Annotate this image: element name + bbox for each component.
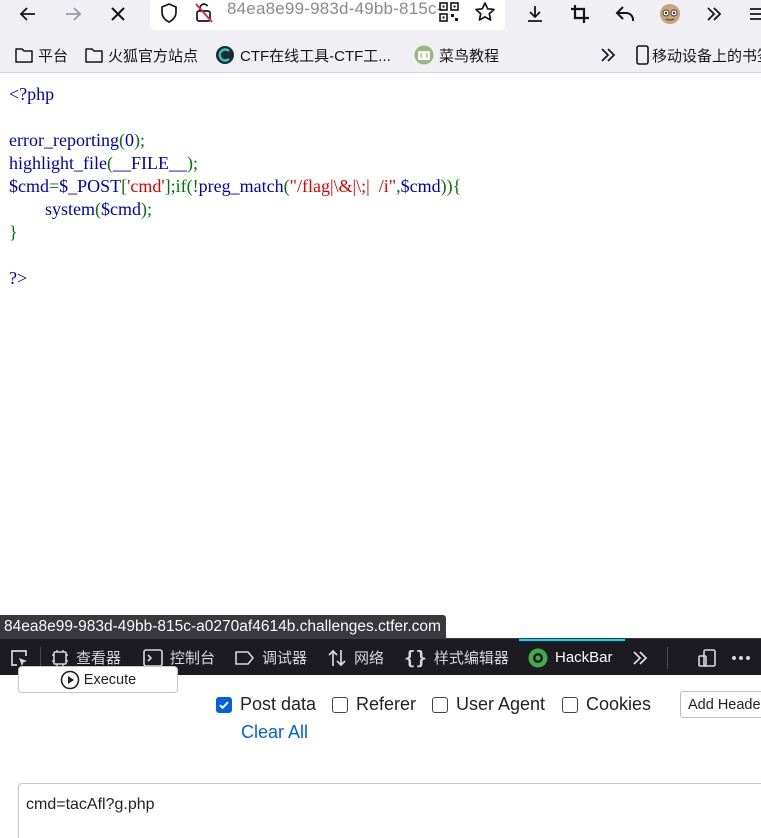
chevron-double-right-icon bbox=[707, 7, 722, 21]
user-agent-checkbox[interactable]: User Agent bbox=[432, 694, 545, 715]
back-button[interactable] bbox=[12, 0, 44, 28]
bookmark-folder-firefox-sites[interactable]: 火狐官方站点 bbox=[85, 44, 198, 66]
style-editor-icon: {} bbox=[404, 646, 427, 669]
code-line-error-reporting: error_reporting(0); bbox=[9, 130, 145, 150]
network-icon bbox=[327, 648, 347, 668]
navigation-toolbar: 84ea8e99-983d-49bb-815c-a0270af4614b.cha… bbox=[0, 0, 761, 36]
bookmark-label: 平台 bbox=[38, 47, 69, 65]
post-data-checkbox[interactable]: Post data bbox=[216, 694, 316, 715]
php-source-code: <?php error_reporting(0); highlight_file… bbox=[9, 84, 462, 288]
more-tools-button[interactable] bbox=[698, 0, 730, 28]
hackbar-panel: Execute Post data Referer User Agent Coo… bbox=[0, 666, 761, 838]
execute-button[interactable]: Execute bbox=[18, 666, 178, 693]
extension-button[interactable] bbox=[654, 0, 686, 28]
insecure-lock-icon bbox=[195, 3, 213, 23]
url-bar[interactable]: 84ea8e99-983d-49bb-815c-a0270af4614b.cha… bbox=[150, 0, 505, 30]
hackbar-icon bbox=[528, 648, 548, 668]
crop-icon bbox=[571, 5, 589, 23]
code-line-php-close: ?> bbox=[9, 268, 28, 288]
tab-label: 样式编辑器 bbox=[433, 650, 509, 667]
tab-label: 查看器 bbox=[76, 650, 122, 667]
runoob-icon bbox=[414, 45, 434, 65]
folder-icon bbox=[85, 47, 103, 63]
referer-checkbox[interactable]: Referer bbox=[332, 694, 416, 715]
forward-arrow-icon bbox=[66, 7, 82, 21]
chevron-double-right-icon bbox=[633, 650, 648, 665]
checkbox-unchecked-icon bbox=[332, 696, 348, 713]
back-arrow-icon bbox=[19, 7, 35, 21]
bookmark-ctf-tools[interactable]: CTF在线工具-CTF工... bbox=[215, 44, 391, 66]
more-horizontal-icon bbox=[732, 655, 750, 660]
code-line-cmd-assign: $cmd=$_POST['cmd']; bbox=[9, 176, 176, 196]
bookmark-label: 火狐官方站点 bbox=[108, 47, 199, 65]
devtools-more-tabs-button[interactable] bbox=[631, 639, 649, 676]
responsive-design-button[interactable] bbox=[697, 639, 717, 676]
element-picker-icon bbox=[11, 649, 27, 666]
downloads-button[interactable] bbox=[519, 0, 551, 28]
code-line-close-brace: } bbox=[9, 222, 18, 242]
clear-all-link[interactable]: Clear All bbox=[241, 722, 308, 743]
folder-icon bbox=[15, 47, 33, 63]
reply-arrow-icon bbox=[615, 6, 634, 21]
qr-code-icon[interactable] bbox=[439, 2, 459, 22]
bookmark-runoob[interactable]: 菜鸟教程 bbox=[414, 44, 499, 66]
tab-label: 调试器 bbox=[262, 650, 308, 667]
referer-label: Referer bbox=[356, 694, 417, 714]
devtools-options-button[interactable] bbox=[731, 639, 751, 676]
mobile-device-icon bbox=[636, 45, 649, 65]
menu-button[interactable] bbox=[741, 0, 761, 28]
checkbox-unchecked-icon bbox=[432, 696, 448, 713]
ctf-site-icon bbox=[215, 45, 235, 65]
forward-button[interactable] bbox=[57, 0, 89, 28]
execute-label: Execute bbox=[83, 671, 137, 688]
tab-debugger[interactable]: 调试器 bbox=[234, 639, 307, 676]
screenshot-button[interactable] bbox=[564, 0, 596, 28]
tab-style-editor[interactable]: {} 样式编辑器 bbox=[404, 639, 509, 676]
play-icon bbox=[60, 670, 80, 690]
bookmark-folder-platform[interactable]: 平台 bbox=[15, 44, 68, 66]
bookmarks-overflow-button[interactable] bbox=[599, 44, 617, 66]
tab-hackbar[interactable]: HackBar bbox=[528, 639, 613, 676]
cookies-label: Cookies bbox=[586, 694, 652, 714]
checkbox-checked-icon bbox=[216, 696, 232, 713]
checkbox-unchecked-icon bbox=[562, 696, 578, 713]
tab-network[interactable]: 网络 bbox=[327, 639, 384, 676]
bookmark-folder-mobile[interactable]: 移动设备上的书签 bbox=[636, 44, 761, 66]
debugger-icon bbox=[234, 650, 255, 666]
user-agent-label: User Agent bbox=[456, 694, 546, 714]
tab-label: 网络 bbox=[354, 650, 385, 667]
bookmark-label: 移动设备上的书签 bbox=[652, 47, 761, 65]
responsive-design-icon bbox=[698, 648, 716, 667]
url-text[interactable]: 84ea8e99-983d-49bb-815c-a0270af4614b.cha… bbox=[227, 0, 442, 19]
post-data-textarea[interactable]: cmd=tacAfl?g.php bbox=[18, 783, 761, 838]
add-header-button[interactable]: Add Header bbox=[680, 691, 761, 718]
close-icon bbox=[111, 7, 125, 21]
post-data-label: Post data bbox=[240, 694, 317, 714]
shield-icon bbox=[161, 3, 177, 23]
bookmarks-toolbar: 平台 火狐官方站点 CTF在线工具-CTF工... 菜鸟教程 移动设备上的书签 bbox=[0, 36, 761, 73]
download-icon bbox=[528, 6, 542, 22]
console-icon bbox=[143, 648, 163, 667]
code-line-highlight-file: highlight_file(__FILE__); bbox=[9, 153, 198, 173]
chevron-double-right-icon bbox=[601, 48, 616, 62]
bookmark-star-icon[interactable] bbox=[474, 1, 496, 23]
inspector-icon bbox=[51, 649, 69, 667]
bookmark-label: 菜鸟教程 bbox=[439, 47, 500, 65]
stop-button[interactable] bbox=[102, 0, 134, 28]
tab-label: HackBar bbox=[555, 649, 613, 666]
cookies-checkbox[interactable]: Cookies bbox=[562, 694, 651, 715]
reply-button[interactable] bbox=[609, 0, 641, 28]
extension-face-icon bbox=[660, 4, 680, 24]
status-url-tooltip: 84ea8e99-983d-49bb-815c-a0270af4614b.cha… bbox=[0, 615, 446, 639]
tab-label: 控制台 bbox=[170, 650, 216, 667]
code-line-php-open: <?php bbox=[9, 84, 55, 104]
bookmark-label: CTF在线工具-CTF工... bbox=[240, 47, 391, 65]
code-line-system-call: system($cmd); bbox=[45, 199, 153, 219]
hamburger-menu-icon bbox=[750, 8, 761, 20]
